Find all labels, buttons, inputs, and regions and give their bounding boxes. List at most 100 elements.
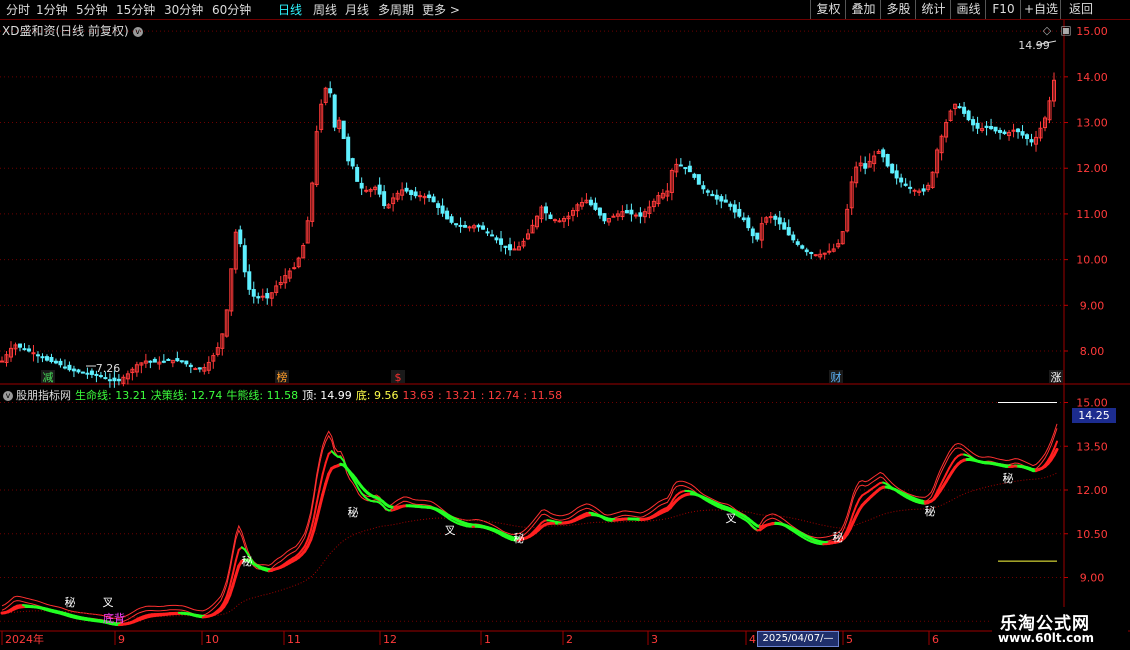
candle-body [44, 356, 49, 361]
candle-body [813, 254, 818, 257]
main-y-tick-label: 11.00 [1076, 208, 1108, 221]
event-marker-2: $ [395, 371, 402, 384]
candle-body [894, 170, 899, 179]
life-line [234, 548, 240, 562]
candle-body [332, 94, 337, 128]
candle-body [490, 234, 495, 237]
fast-line-a [1, 423, 1058, 619]
candle-body [40, 356, 45, 359]
candle-body [827, 250, 832, 253]
candle-body [184, 360, 189, 365]
candle-body [714, 194, 719, 200]
candle-body [35, 354, 40, 357]
indicator-extra-1: : 13.21 [438, 389, 477, 402]
candle-body [485, 231, 490, 234]
candle-body [723, 199, 728, 203]
candle-body [975, 122, 980, 129]
indicator-extra-0: 13.63 [402, 389, 435, 402]
life-line [852, 504, 858, 515]
candle-body [782, 222, 787, 230]
candle-body [957, 106, 962, 109]
indicator-name: 股朋指标网 [16, 389, 71, 402]
candle-body [80, 371, 85, 374]
candle-body [989, 126, 994, 130]
candle-body [247, 271, 252, 290]
main-y-tick-label: 12.00 [1076, 162, 1108, 175]
candle-body [179, 360, 184, 363]
candle-body [382, 191, 387, 207]
candle-body [53, 360, 58, 364]
candle-body [436, 203, 441, 208]
candle-body [912, 189, 917, 192]
candle-body [741, 217, 746, 221]
price-chart[interactable]: 15.0014.0013.0012.0011.0010.009.008.0014… [0, 0, 1130, 650]
candle-body [552, 219, 557, 222]
candle-body [404, 187, 409, 192]
candle-body [1020, 131, 1025, 136]
candle-body [238, 229, 243, 245]
candle-body [710, 193, 715, 197]
candle-body [899, 177, 904, 183]
candle-body [687, 165, 692, 173]
candle-body [89, 370, 94, 375]
candle-body [800, 245, 805, 249]
candle-body [966, 110, 971, 121]
decision-line [234, 564, 241, 578]
decision-line [315, 505, 322, 521]
event-marker-1: 榜 [277, 370, 288, 384]
candle-body [602, 213, 607, 222]
candle-body [350, 158, 355, 167]
x-label-1: 9 [118, 633, 125, 646]
candle-body [265, 292, 270, 299]
candle-body [98, 375, 103, 378]
candle-body [418, 195, 423, 198]
indicator-menu-icon[interactable]: v [3, 391, 13, 401]
candle-body [458, 224, 463, 227]
bull-bear-line [1, 472, 1058, 618]
candle-body [440, 205, 445, 214]
x-label-2: 10 [205, 633, 219, 646]
candle-body [638, 212, 643, 217]
x-label-5: 1 [484, 633, 491, 646]
candle-body [629, 209, 634, 215]
candle-body [777, 217, 782, 225]
candle-body [409, 190, 414, 196]
candle-body [512, 248, 517, 251]
diamond-icon: ◇ [1043, 24, 1052, 37]
candle-body [251, 289, 256, 297]
candle-body [597, 207, 602, 216]
indicator-item-2: 牛熊线: 11.58 [226, 389, 299, 402]
signal-label-9: 秘 [925, 504, 936, 518]
candle-body [260, 295, 265, 298]
life-line [318, 473, 324, 490]
candle-body [791, 234, 796, 241]
candle-body [148, 360, 153, 363]
candle-body [750, 228, 755, 237]
candle-body [76, 369, 81, 373]
life-line [315, 487, 321, 505]
candle-body [31, 352, 36, 355]
candle-body [103, 377, 108, 380]
watermark-logo: 乐淘公式网 www.60lt.com [992, 607, 1128, 649]
signal-label-3: 秘 [242, 554, 253, 568]
candle-body [993, 126, 998, 132]
candle-body [292, 267, 297, 270]
candle-body [921, 188, 926, 192]
signal-label-7: 叉 [726, 512, 737, 525]
candle-body [624, 210, 629, 214]
signal-label-10: 秘 [1003, 471, 1014, 485]
candle-body [188, 364, 193, 368]
candle-body [773, 215, 778, 220]
low-price-label: 7.26 [96, 362, 121, 375]
candle-body [242, 245, 247, 273]
candle-body [476, 224, 481, 228]
candle-body [193, 368, 198, 371]
event-marker-3: 财 [831, 370, 842, 384]
main-y-tick-label: 13.00 [1076, 117, 1108, 130]
candle-body [481, 225, 486, 230]
x-label-8: 4 [749, 633, 756, 646]
candle-body [755, 232, 760, 240]
x-label-3: 11 [287, 633, 301, 646]
main-y-tick-label: 8.00 [1080, 345, 1105, 358]
candle-body [508, 244, 513, 251]
